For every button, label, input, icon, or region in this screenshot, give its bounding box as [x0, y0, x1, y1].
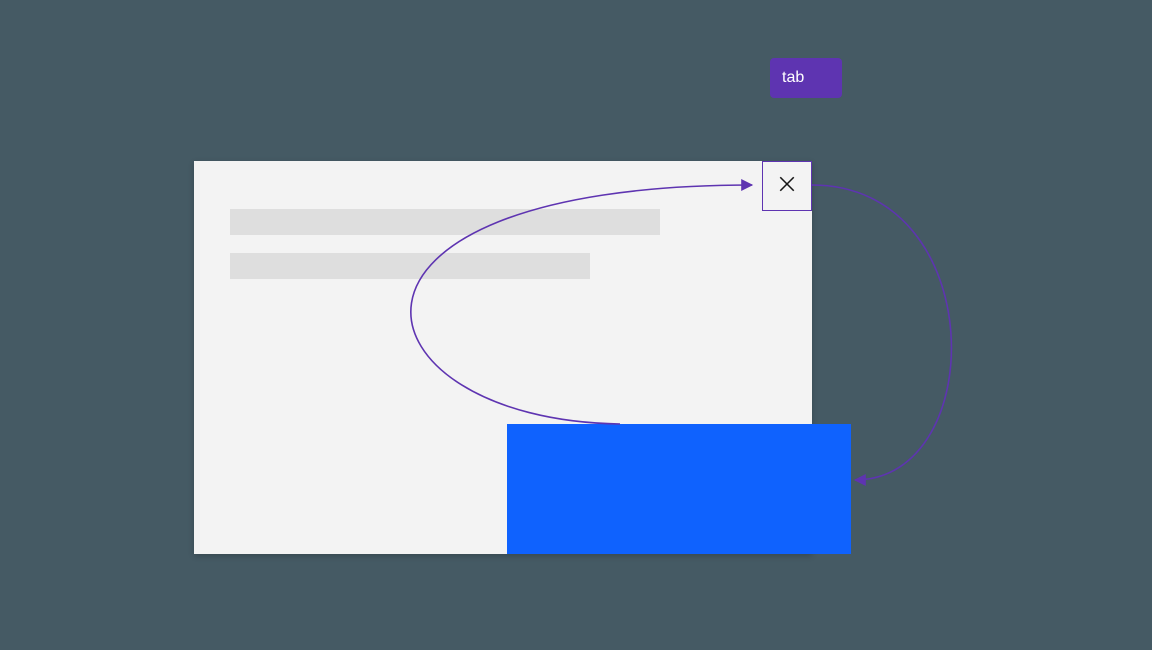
text-placeholder	[230, 209, 660, 235]
close-button[interactable]	[762, 161, 812, 211]
text-placeholder	[230, 253, 590, 279]
close-icon	[778, 175, 796, 198]
diagram-canvas: tab	[0, 0, 1152, 650]
tab-key-badge: tab	[770, 58, 842, 98]
primary-action-button[interactable]	[507, 424, 851, 554]
